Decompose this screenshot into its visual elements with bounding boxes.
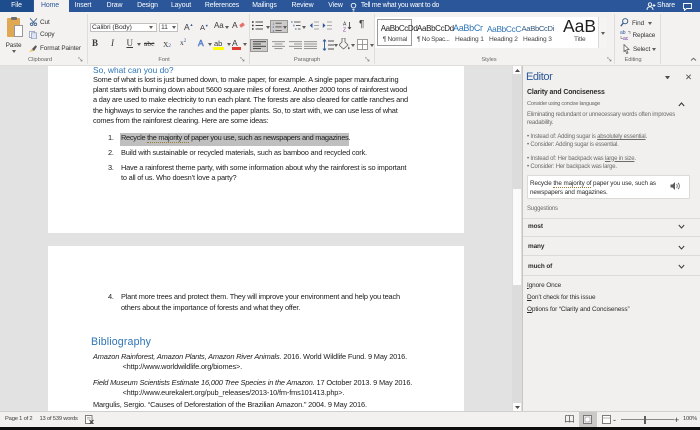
svg-text:3: 3 bbox=[273, 28, 275, 31]
svg-text:ac: ac bbox=[623, 36, 629, 40]
svg-text:Z: Z bbox=[343, 27, 346, 32]
